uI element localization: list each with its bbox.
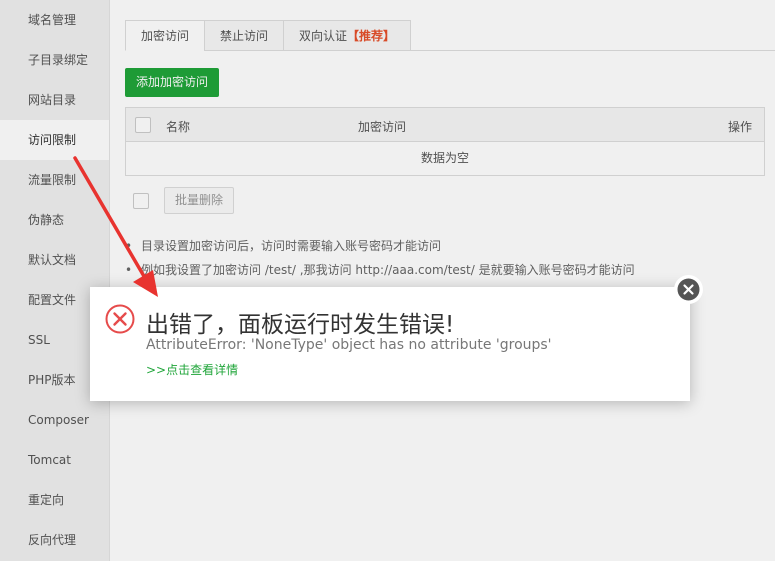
error-dialog: 出错了，面板运行时发生错误! AttributeError: 'NoneType…	[90, 287, 690, 401]
close-dialog-button[interactable]	[674, 275, 703, 304]
view-details-link[interactable]: >>点击查看详情	[146, 361, 238, 378]
error-message: AttributeError: 'NoneType' object has no…	[146, 337, 552, 353]
error-dialog-title: 出错了，面板运行时发生错误!	[146, 312, 455, 338]
modal-overlay	[0, 0, 775, 561]
error-circle-x-icon	[105, 304, 135, 334]
